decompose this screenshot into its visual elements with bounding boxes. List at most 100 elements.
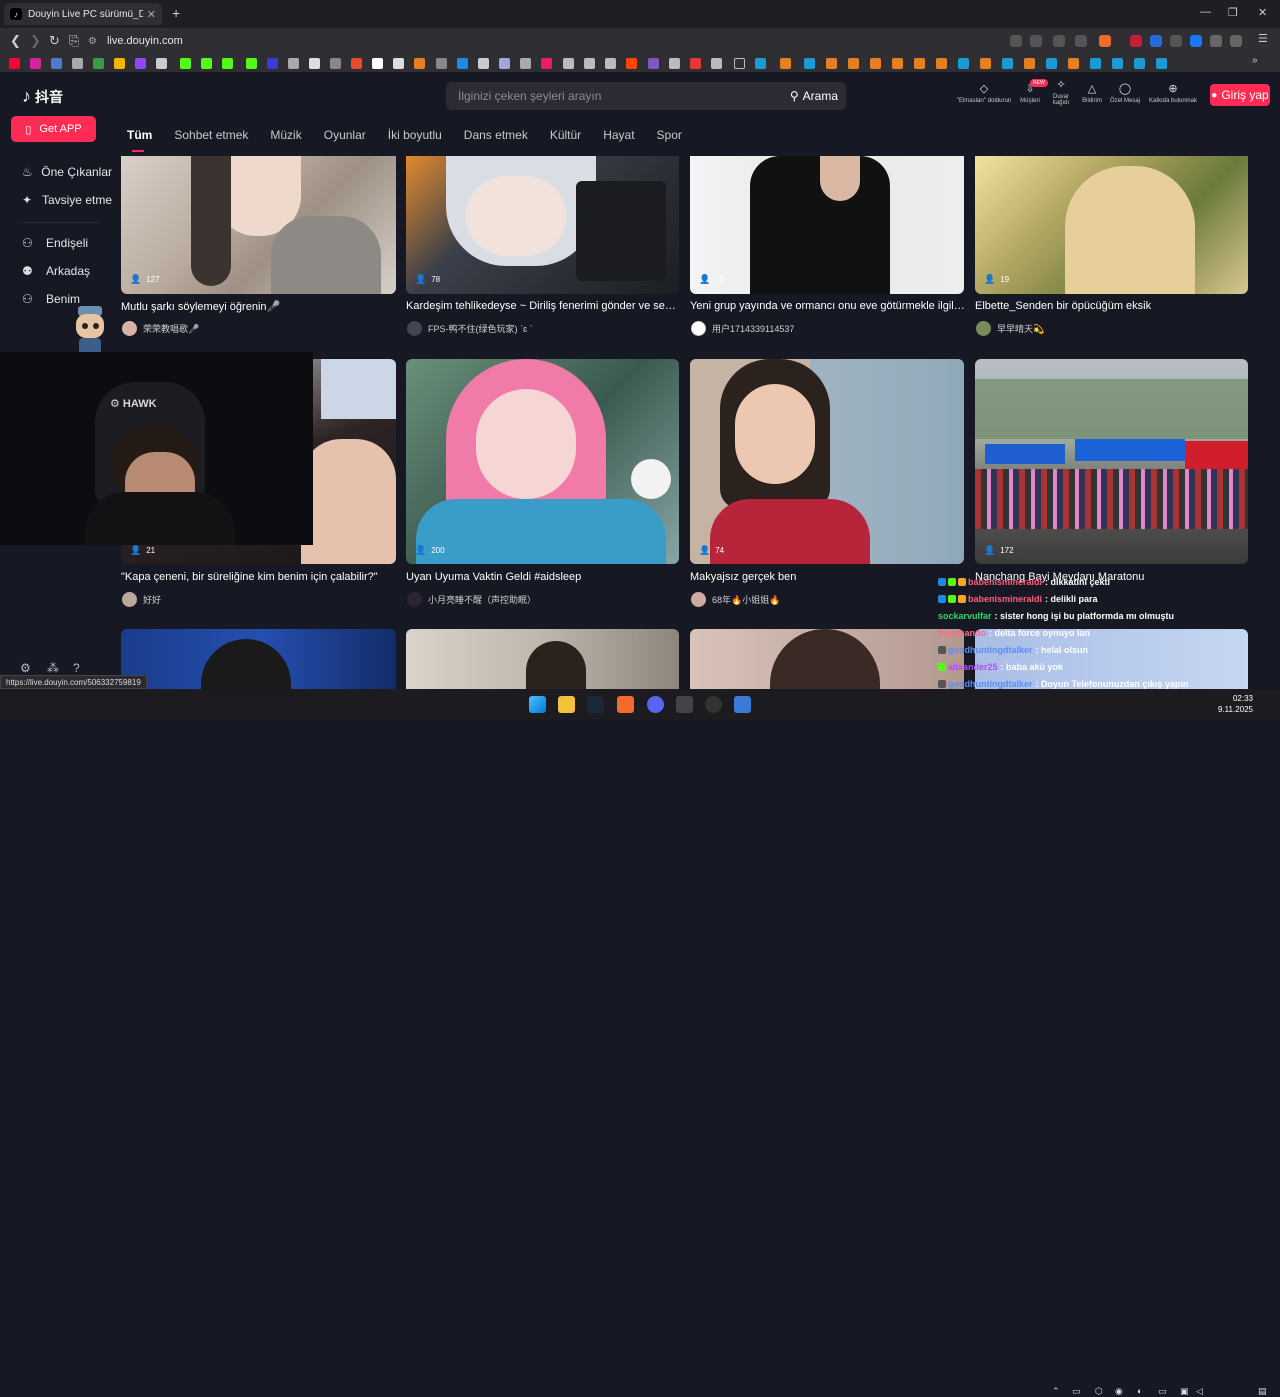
live-card-title[interactable]: Mutlu şarkı söylemeyi öğrenin🎤 <box>121 300 396 313</box>
taskbar-clock[interactable]: 02:33 9.11.2025 <box>1218 693 1253 715</box>
search-input[interactable]: İlginizi çeken şeyleri arayın <box>446 89 790 103</box>
translate-icon[interactable] <box>1053 35 1065 47</box>
chat-username[interactable]: alixander25 <box>948 662 998 672</box>
steam-bookmark-icon[interactable] <box>1156 58 1167 69</box>
notification-icon[interactable]: ▤ <box>1258 1386 1267 1397</box>
bookmark-icon[interactable] <box>478 58 489 69</box>
live-card-thumbnail[interactable] <box>690 359 964 564</box>
apps-icon[interactable]: ⁂ <box>47 661 59 675</box>
share-icon[interactable] <box>1075 35 1087 47</box>
live-card-author[interactable]: 好好 <box>122 592 161 607</box>
tab-music[interactable]: Müzik <box>270 128 301 142</box>
bookmark-icon[interactable] <box>914 58 925 69</box>
live-card-author[interactable]: 荣荣教唱歌🎤 <box>122 321 199 336</box>
bookmark-icon[interactable] <box>711 58 722 69</box>
steam-bookmark-icon[interactable] <box>1046 58 1057 69</box>
bookmark-icon[interactable] <box>780 58 791 69</box>
back-icon[interactable]: ❮ <box>10 33 21 49</box>
live-card-author[interactable]: 早早晴天💫 <box>976 321 1044 336</box>
live-card-thumbnail[interactable] <box>975 156 1248 294</box>
bookmark-icon[interactable] <box>848 58 859 69</box>
live-card-thumbnail[interactable] <box>121 156 396 294</box>
file-explorer-icon[interactable] <box>558 696 575 713</box>
bookmark-icon[interactable] <box>1068 58 1079 69</box>
app-icon[interactable] <box>676 696 693 713</box>
header-item-messages[interactable]: ◯ Özel Mesaj <box>1106 82 1144 104</box>
steam-icon[interactable] <box>587 696 604 713</box>
reddit-bookmark-icon[interactable] <box>626 58 637 69</box>
sidebar-toggle-icon[interactable] <box>1230 35 1242 47</box>
extensions-icon[interactable] <box>1210 35 1222 47</box>
start-icon[interactable] <box>529 696 546 713</box>
instagram-bookmark-icon[interactable] <box>30 58 41 69</box>
tab-dance[interactable]: Dans etmek <box>464 128 528 142</box>
bookmark-icon[interactable] <box>563 58 574 69</box>
tray-chevron-icon[interactable]: ⌃ <box>1052 1386 1060 1397</box>
tab-life[interactable]: Hayat <box>603 128 634 142</box>
network-icon[interactable]: ▣ <box>1180 1386 1189 1397</box>
tab-chat[interactable]: Sohbet etmek <box>174 128 248 142</box>
chat-username[interactable]: babenismineraldi <box>968 594 1042 604</box>
tray-icon[interactable]: ▭ <box>1158 1386 1167 1397</box>
bookmark-icon[interactable] <box>520 58 531 69</box>
live-card-title[interactable]: "Kapa çeneni, bir süreliğine kim benim i… <box>121 571 396 583</box>
bookmark-icon[interactable] <box>351 58 362 69</box>
live-card-thumbnail[interactable] <box>690 156 964 294</box>
live-card-thumbnail[interactable] <box>406 629 679 689</box>
live-card-author[interactable]: FPS-鸭不住(绿色玩家) ˊɛ ˋ <box>407 321 533 336</box>
chat-username[interactable]: goodhuntingdtalker <box>948 679 1033 689</box>
extension-icon[interactable] <box>1130 35 1142 47</box>
bookmark-icon[interactable] <box>980 58 991 69</box>
live-card-thumbnail[interactable] <box>406 156 679 294</box>
tray-icon[interactable]: ⬡ <box>1095 1386 1103 1397</box>
bookmark-icon[interactable] <box>605 58 616 69</box>
new-tab-icon[interactable]: + <box>172 5 180 21</box>
bookmark-icon[interactable] <box>393 58 404 69</box>
bookmark-icon[interactable] <box>330 58 341 69</box>
kick-bookmark-icon[interactable] <box>180 58 191 69</box>
bookmark-icon[interactable] <box>870 58 881 69</box>
close-tab-icon[interactable]: ✕ <box>147 8 156 21</box>
bookmark-icon[interactable] <box>499 58 510 69</box>
extension-icon[interactable] <box>1150 35 1162 47</box>
minimize-icon[interactable]: — <box>1200 6 1211 18</box>
live-card-title[interactable]: Yeni grup yayında ve ormancı onu eve göt… <box>690 300 965 312</box>
sidebar-item-recommend[interactable]: ✦ Tavsiye etme <box>22 193 112 207</box>
steam-tray-icon[interactable]: ◉ <box>1115 1386 1123 1397</box>
bookmark-icon[interactable] <box>690 58 701 69</box>
x-bookmark-icon[interactable] <box>309 58 320 69</box>
login-button[interactable]: ● Giriş yap <box>1210 84 1270 106</box>
brave-shield-icon[interactable] <box>1099 35 1111 47</box>
live-card-thumbnail[interactable] <box>690 629 964 689</box>
drive-bookmark-icon[interactable] <box>114 58 125 69</box>
bookmark-icon[interactable] <box>93 58 104 69</box>
live-card-author[interactable]: 用户1714339114537 <box>691 321 794 336</box>
bookmark-icon[interactable] <box>414 58 425 69</box>
tab-games[interactable]: Oyunlar <box>324 128 366 142</box>
bookmark-icon[interactable] <box>892 58 903 69</box>
reload-icon[interactable]: ↻ <box>49 33 60 49</box>
bookmark-icon[interactable] <box>372 58 383 69</box>
help-icon[interactable]: ? <box>73 661 80 675</box>
tray-icon[interactable]: ◐ <box>1137 1386 1142 1396</box>
live-card-title[interactable]: Uyan Uyuma Vaktin Geldi #aidsleep <box>406 571 681 583</box>
steam-bookmark-icon[interactable] <box>1112 58 1123 69</box>
kick-bookmark-icon[interactable] <box>201 58 212 69</box>
steam-bookmark-icon[interactable] <box>755 58 766 69</box>
chat-username[interactable]: sockarvulfar <box>938 611 992 621</box>
brave-icon[interactable] <box>617 696 634 713</box>
tab-sports[interactable]: Spor <box>657 128 682 142</box>
get-app-button[interactable]: ▯ Get APP <box>11 116 96 142</box>
steam-bookmark-icon[interactable] <box>804 58 815 69</box>
sidebar-item-follow[interactable]: ⚇ Endişeli <box>22 236 112 250</box>
tray-icon[interactable]: ▭ <box>1072 1386 1081 1397</box>
url-field[interactable]: ⚙ live.douyin.com <box>88 32 998 50</box>
live-card-author[interactable]: 小月亮睡不醒（声控助眠） <box>407 592 536 607</box>
tab-culture[interactable]: Kültür <box>550 128 581 142</box>
steam-bookmark-icon[interactable] <box>1134 58 1145 69</box>
steam-bookmark-icon[interactable] <box>1002 58 1013 69</box>
header-item-contribute[interactable]: ⊕ Katkıda bulunmak <box>1145 82 1201 104</box>
chat-username[interactable]: Kayacando <box>938 628 986 638</box>
live-card-thumbnail[interactable] <box>121 629 396 689</box>
bookmark-icon[interactable] <box>826 58 837 69</box>
